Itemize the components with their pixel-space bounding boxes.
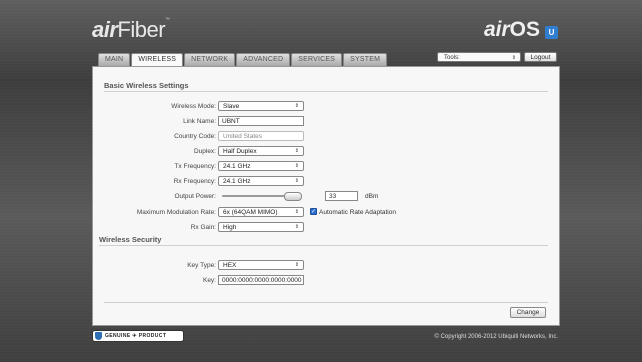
wireless-mode-value: Slave	[223, 103, 240, 110]
airfiber-logo-suffix: Fiber	[117, 17, 166, 42]
tx-frequency-value: 24.1 GHz	[223, 163, 251, 170]
link-name-label: Link Name:	[183, 118, 216, 125]
tx-frequency-label: Tx Frequency:	[174, 163, 216, 170]
wireless-mode-label: Wireless Mode:	[171, 103, 216, 110]
dropdown-arrow-icon: ⇕	[294, 224, 299, 230]
link-name-input[interactable]: UBNT	[218, 116, 304, 126]
rx-gain-select[interactable]: High ⇕	[218, 222, 304, 232]
tab-wireless[interactable]: WIRELESS	[131, 53, 184, 67]
section-divider	[99, 245, 548, 246]
settings-panel: Basic Wireless Settings Wireless Mode: S…	[92, 66, 560, 326]
shield-icon	[95, 332, 102, 340]
logout-button[interactable]: Logout	[524, 52, 557, 62]
link-name-row: Link Name: UBNT	[93, 116, 559, 127]
tab-advanced[interactable]: ADVANCED	[236, 53, 291, 66]
dropdown-arrow-icon: ⇕	[511, 55, 516, 61]
modulation-rate-value: 6x (64QAM MIMO)	[223, 209, 278, 216]
key-type-select[interactable]: HEX ⇕	[218, 260, 304, 270]
section-title-security: Wireless Security	[99, 235, 162, 244]
copyright-text: © Copyright 2006-2012 Ubiquiti Networks,…	[434, 334, 558, 340]
tab-network[interactable]: NETWORK	[184, 53, 236, 66]
country-code-select: United States	[218, 131, 304, 141]
rx-frequency-label: Rx Frequency:	[173, 178, 216, 185]
genuine-product-badge: GENUINE ✈ PRODUCT	[92, 330, 184, 342]
tab-services[interactable]: SERVICES	[291, 53, 343, 66]
airos-logo-prefix: air	[483, 18, 510, 41]
tools-dropdown[interactable]: Tools: ⇕	[437, 52, 521, 62]
duplex-row: Duplex: Half Duplex ⇕	[93, 146, 559, 157]
wireless-mode-row: Wireless Mode: Slave ⇕	[93, 101, 559, 112]
duplex-label: Duplex:	[193, 148, 216, 155]
dropdown-arrow-icon: ⇕	[294, 163, 299, 169]
output-power-slider-handle[interactable]	[284, 192, 302, 201]
dropdown-arrow-icon: ⇕	[294, 209, 299, 215]
rx-gain-row: Rx Gain: High ⇕	[93, 222, 559, 233]
output-power-unit: dBm	[365, 193, 379, 200]
rx-gain-label: Rx Gain:	[190, 224, 216, 231]
wireless-mode-select[interactable]: Slave ⇕	[218, 101, 304, 111]
airfiber-logo: airFiber™	[92, 17, 170, 42]
country-code-value: United States	[223, 133, 263, 140]
tools-dropdown-label: Tools:	[444, 55, 460, 61]
key-label: Key:	[202, 277, 216, 284]
duplex-select[interactable]: Half Duplex ⇕	[218, 146, 304, 156]
dropdown-arrow-icon: ⇕	[294, 103, 299, 109]
rx-frequency-row: Rx Frequency: 24.1 GHz ⇕	[93, 176, 559, 187]
rx-gain-value: High	[223, 224, 237, 231]
country-code-label: Country Code:	[174, 133, 216, 140]
airos-logo: airOS	[484, 18, 540, 42]
key-input[interactable]: 0000:0000:0000:0000:0000	[218, 275, 304, 285]
key-row: Key: 0000:0000:0000:0000:0000	[93, 275, 559, 286]
country-code-row: Country Code: United States	[93, 131, 559, 142]
airfiber-logo-prefix: air	[92, 17, 118, 42]
modulation-rate-row: Maximum Modulation Rate: 6x (64QAM MIMO)…	[93, 207, 559, 218]
key-type-row: Key Type: HEX ⇕	[93, 260, 559, 271]
output-power-input[interactable]: 33	[325, 191, 358, 201]
dropdown-arrow-icon: ⇕	[294, 178, 299, 184]
tx-frequency-select[interactable]: 24.1 GHz ⇕	[218, 161, 304, 171]
auto-rate-label: Automatic Rate Adaptation	[319, 209, 396, 216]
tab-system[interactable]: SYSTEM	[343, 53, 388, 66]
change-button[interactable]: Change	[510, 307, 546, 318]
dropdown-arrow-icon: ⇕	[294, 148, 299, 154]
key-type-label: Key Type:	[187, 262, 216, 269]
modulation-rate-select[interactable]: 6x (64QAM MIMO) ⇕	[218, 207, 304, 217]
output-power-row: Output Power: 33 dBm	[93, 191, 559, 202]
rx-frequency-select[interactable]: 24.1 GHz ⇕	[218, 176, 304, 186]
auto-rate-checkbox[interactable]: ✓	[310, 208, 317, 215]
rx-frequency-value: 24.1 GHz	[223, 178, 251, 185]
duplex-value: Half Duplex	[223, 148, 257, 155]
key-type-value: HEX	[223, 262, 237, 269]
genuine-product-text: GENUINE ✈ PRODUCT	[105, 333, 167, 339]
output-power-label: Output Power:	[174, 193, 216, 200]
tx-frequency-row: Tx Frequency: 24.1 GHz ⇕	[93, 161, 559, 172]
tab-bar: MAIN WIRELESS NETWORK ADVANCED SERVICES …	[98, 53, 388, 67]
section-divider	[104, 91, 548, 92]
airos-logo-suffix: OS	[509, 18, 540, 41]
tab-main[interactable]: MAIN	[98, 53, 131, 66]
modulation-rate-label: Maximum Modulation Rate:	[136, 209, 216, 216]
ubiquiti-logo-icon: U	[545, 26, 558, 39]
dropdown-arrow-icon: ⇕	[294, 262, 299, 268]
section-title-basic: Basic Wireless Settings	[104, 81, 189, 90]
footer-divider	[104, 302, 548, 303]
